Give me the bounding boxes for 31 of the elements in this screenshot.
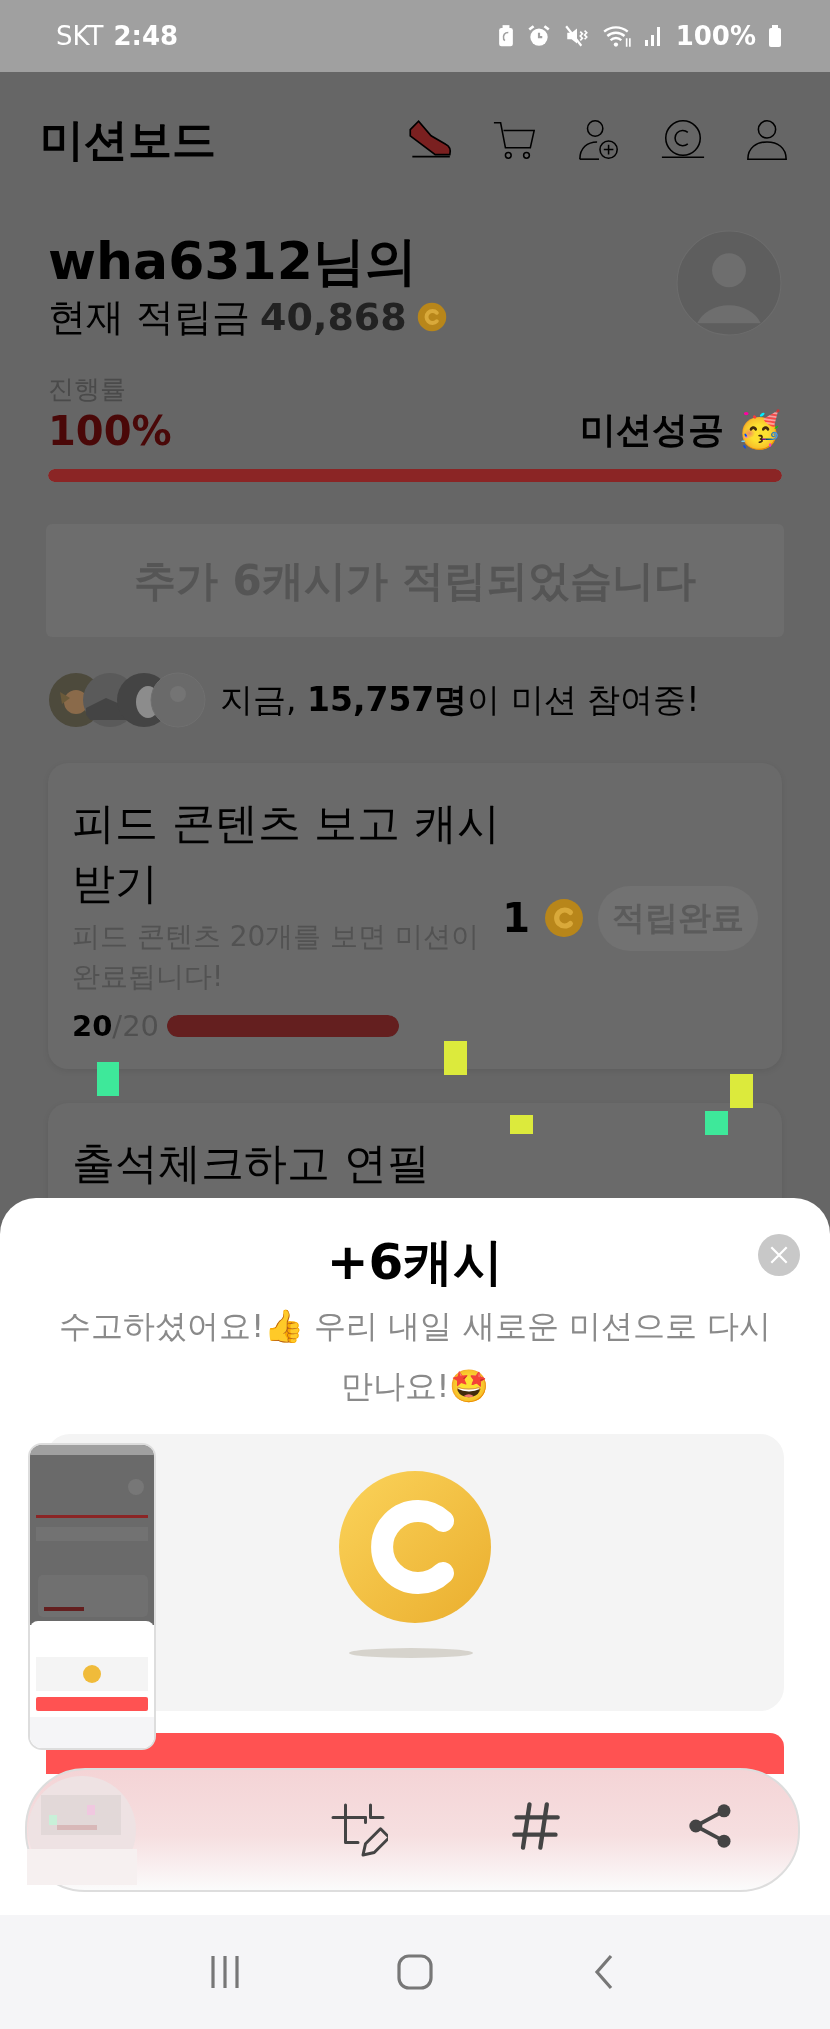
confetti-piece	[510, 1115, 533, 1134]
mission-title: 피드 콘텐츠 보고 캐시 받기	[72, 797, 501, 910]
reward-amount: 1	[502, 895, 530, 941]
username: wha6312님의	[48, 230, 418, 292]
balance-label: 현재 적립금	[48, 294, 251, 341]
status-time: 2:48	[113, 21, 179, 51]
carrier-text: SKT	[56, 21, 104, 51]
balance-amount: 40,868	[260, 294, 407, 341]
confetti-piece	[97, 1062, 119, 1096]
mission-title: 출석체크하고 연필	[72, 1137, 431, 1190]
confetti-piece	[444, 1041, 467, 1075]
sheet-title: +6캐시	[326, 1232, 504, 1293]
app-title: 미션보드	[40, 112, 217, 167]
home-icon[interactable]	[395, 1952, 435, 1992]
sheet-message: 수고하셨어요!👍 우리 내일 새로운 미션으로 다시 만나요!🤩	[58, 1306, 772, 1407]
mute-icon	[563, 23, 590, 49]
coin-icon	[544, 898, 584, 938]
user-icon[interactable]	[744, 117, 790, 163]
coin-icon	[416, 302, 447, 332]
confetti-piece	[705, 1111, 728, 1135]
wifi-icon	[601, 23, 632, 49]
mission-status: 미션성공 🥳	[580, 408, 782, 452]
hashtag-icon[interactable]	[510, 1800, 563, 1852]
progress-percent: 100%	[48, 407, 172, 454]
close-icon	[768, 1244, 790, 1266]
participants-text: 지금, 15,757명이 미션 참여중!	[220, 678, 700, 721]
battery-saver-icon	[497, 24, 514, 48]
avatar-placeholder	[150, 672, 206, 728]
confetti-piece	[730, 1074, 753, 1108]
battery-percent: 100%	[675, 21, 756, 51]
battery-icon	[768, 23, 782, 49]
